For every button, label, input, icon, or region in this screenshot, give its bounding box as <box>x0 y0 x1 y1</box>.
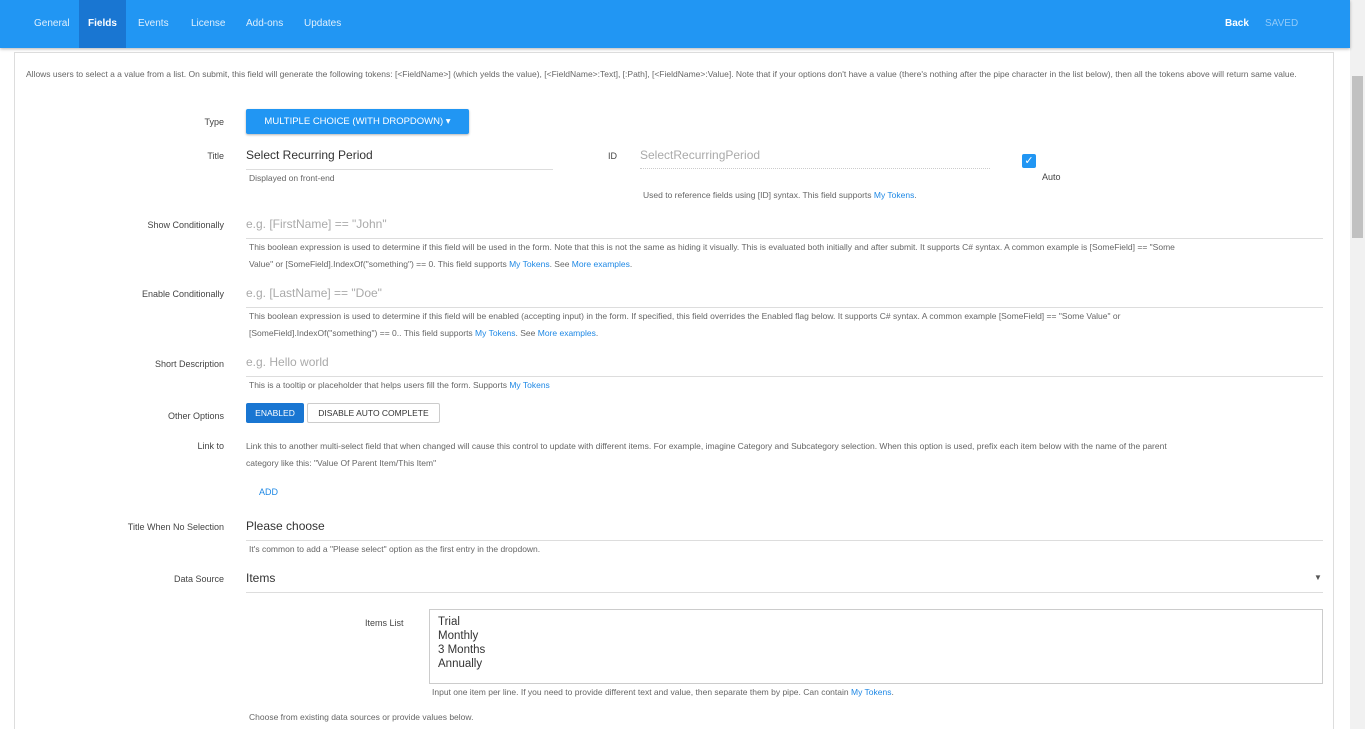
top-nav-bar: General Fields Events License Add-ons Up… <box>0 0 1350 48</box>
tab-add-ons[interactable]: Add-ons <box>234 0 295 48</box>
id-label: ID <box>608 151 617 161</box>
show-conditionally-label: Show Conditionally <box>147 220 224 230</box>
data-source-select[interactable]: Items <box>246 571 275 585</box>
enable-conditionally-hint-line1: This boolean expression is used to deter… <box>249 311 1121 321</box>
show-conditionally-hint-suffix: . <box>629 259 633 269</box>
tab-updates[interactable]: Updates <box>292 0 353 48</box>
short-description-input[interactable]: e.g. Hello world <box>246 355 329 369</box>
field-type-dropdown-button[interactable]: MULTIPLE CHOICE (WITH DROPDOWN) ▾ <box>246 109 469 134</box>
enable-conditionally-hint-line2: [SomeField].IndexOf("something") == 0.. … <box>249 325 1323 342</box>
auto-id-checkbox[interactable]: ✓ <box>1022 154 1036 168</box>
show-conditionally-hint-mid: . See <box>549 259 572 269</box>
id-input[interactable]: SelectRecurringPeriod <box>640 148 760 162</box>
enable-conditionally-label: Enable Conditionally <box>141 289 224 299</box>
show-conditionally-input[interactable]: e.g. [FirstName] == "John" <box>246 217 387 231</box>
more-examples-link[interactable]: More examples <box>538 328 596 338</box>
short-description-label: Short Description <box>154 359 224 369</box>
enable-conditionally-hint-line2-text: [SomeField].IndexOf("something") == 0.. … <box>249 328 476 338</box>
short-description-hint-text: This is a tooltip or placeholder that he… <box>249 380 510 390</box>
show-conditionally-hint-line2: Value" or [SomeField].IndexOf("something… <box>249 256 1323 273</box>
my-tokens-link[interactable]: My Tokens <box>874 190 914 200</box>
tab-license[interactable]: License <box>179 0 237 48</box>
enable-conditionally-hint: This boolean expression is used to deter… <box>249 308 1323 342</box>
my-tokens-link[interactable]: My Tokens <box>851 687 891 697</box>
disable-auto-complete-button[interactable]: DISABLE AUTO COMPLETE <box>307 403 440 423</box>
items-list-hint-suffix: . <box>891 687 894 697</box>
link-to-description-line1: Link this to another multi-select field … <box>246 441 1167 451</box>
tab-general[interactable]: General <box>22 0 82 48</box>
id-underline <box>640 168 990 169</box>
items-list-line: Trial <box>438 616 460 628</box>
items-list-hint-text: Input one item per line. If you need to … <box>432 687 851 697</box>
short-description-hint: This is a tooltip or placeholder that he… <box>249 377 550 394</box>
items-list-line: 3 Months <box>438 644 486 656</box>
items-list-label: Items List <box>365 618 404 628</box>
data-source-underline <box>246 592 1323 593</box>
enable-conditionally-hint-mid: . See <box>515 328 538 338</box>
enable-conditionally-input[interactable]: e.g. [LastName] == "Doe" <box>246 286 382 300</box>
id-hint-suffix: . <box>914 190 917 200</box>
link-to-description-line2: category like this: "Value Of Parent Ite… <box>246 458 437 468</box>
auto-label: Auto <box>1042 172 1061 182</box>
my-tokens-link[interactable]: My Tokens <box>509 259 549 269</box>
link-to-label: Link to <box>197 441 224 451</box>
id-hint: Used to reference fields using [ID] synt… <box>643 187 917 204</box>
enable-conditionally-hint-suffix: . <box>595 328 599 338</box>
show-conditionally-hint-line2-text: Value" or [SomeField].IndexOf("something… <box>249 259 510 269</box>
show-conditionally-hint-line1: This boolean expression is used to deter… <box>249 242 1175 252</box>
items-list-textarea[interactable]: Trial Monthly 3 Months Annually <box>429 609 1323 684</box>
add-link-button[interactable]: ADD <box>259 487 278 497</box>
show-conditionally-hint: This boolean expression is used to deter… <box>249 239 1323 273</box>
data-source-label: Data Source <box>173 574 224 584</box>
title-no-selection-hint: It's common to add a "Please select" opt… <box>249 544 541 554</box>
data-source-hint: Choose from existing data sources or pro… <box>249 712 474 722</box>
link-to-description: Link this to another multi-select field … <box>246 438 1323 472</box>
items-list-line: Monthly <box>438 630 479 642</box>
tab-fields[interactable]: Fields <box>79 0 126 48</box>
type-label: Type <box>204 117 224 127</box>
back-button[interactable]: Back <box>1217 0 1257 48</box>
title-no-selection-input[interactable]: Please choose <box>246 519 325 533</box>
items-list-hint: Input one item per line. If you need to … <box>432 684 894 701</box>
title-no-selection-label: Title When No Selection <box>127 522 224 532</box>
title-hint: Displayed on front-end <box>249 173 335 183</box>
my-tokens-link[interactable]: My Tokens <box>509 380 549 390</box>
id-hint-text: Used to reference fields using [ID] synt… <box>643 190 874 200</box>
tab-events[interactable]: Events <box>126 0 181 48</box>
enabled-toggle-button[interactable]: ENABLED <box>246 403 304 423</box>
my-tokens-link[interactable]: My Tokens <box>475 328 515 338</box>
title-label: Title <box>207 151 224 161</box>
scrollbar-thumb[interactable] <box>1352 76 1363 238</box>
saved-button[interactable]: SAVED <box>1258 0 1305 48</box>
chevron-down-icon[interactable]: ▼ <box>1314 573 1322 582</box>
title-input[interactable]: Select Recurring Period <box>246 148 373 162</box>
other-options-label: Other Options <box>167 411 224 421</box>
more-examples-link[interactable]: More examples <box>572 259 630 269</box>
field-description: Allows users to select a a value from a … <box>26 69 1297 79</box>
items-list-line: Annually <box>438 658 483 670</box>
